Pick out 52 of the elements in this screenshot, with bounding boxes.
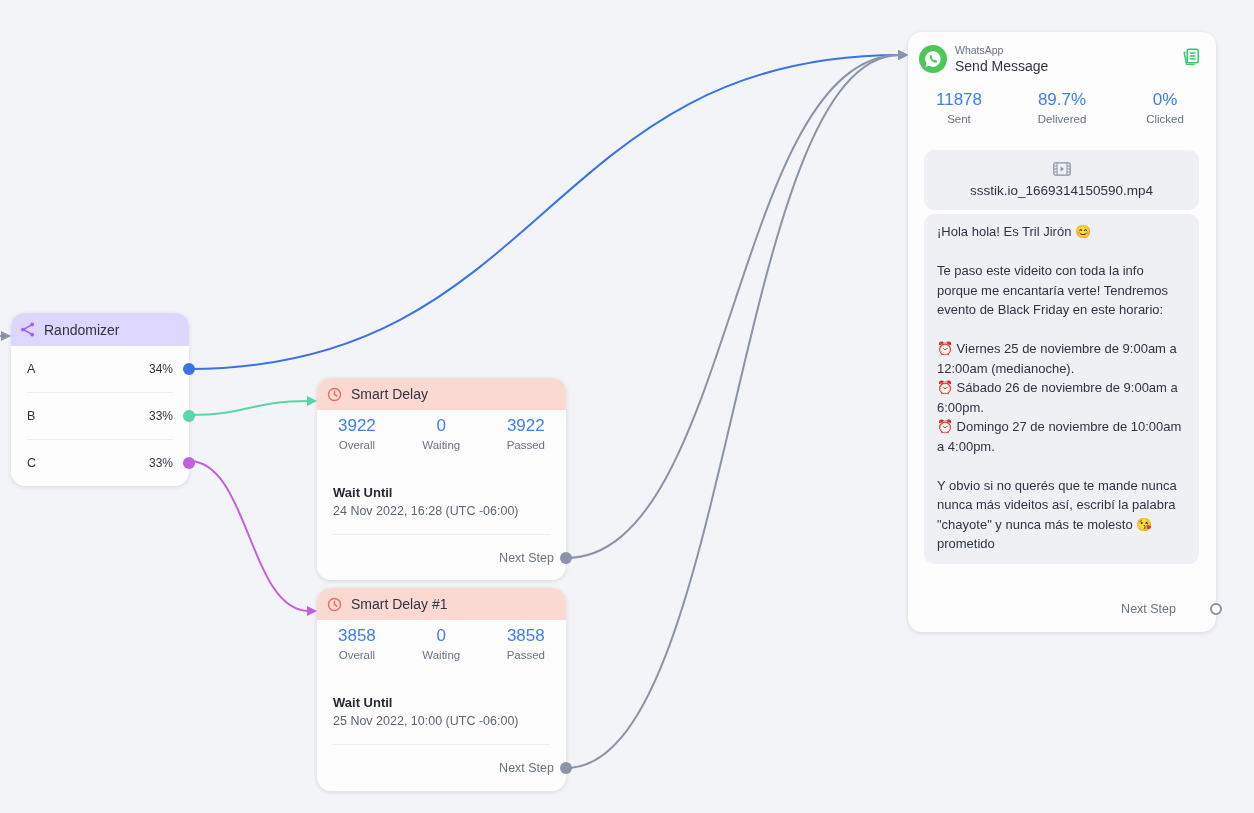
- stat-value: 3922: [338, 416, 376, 436]
- stat-value: 11878: [936, 90, 982, 110]
- share-icon: [20, 322, 35, 337]
- stat-label: Clicked: [1146, 113, 1184, 125]
- branch-handle[interactable]: [183, 410, 195, 422]
- card-title: Send Message: [955, 58, 1050, 74]
- chat-phone-icon: [919, 45, 947, 73]
- channel-label: WhatsApp: [955, 44, 1005, 56]
- stat-label: Passed: [506, 439, 545, 451]
- branch-handle[interactable]: [183, 363, 195, 375]
- document-icon[interactable]: [1182, 48, 1200, 66]
- stat-value: 3922: [506, 416, 545, 436]
- clock-icon: [327, 596, 342, 612]
- stat-label: Overall: [338, 439, 376, 451]
- stat-value: 0: [436, 416, 446, 436]
- stat-value: 89.7%: [1037, 90, 1087, 110]
- stat-label: Sent: [947, 113, 971, 125]
- branch-label: B: [27, 409, 36, 423]
- stat-label: Delivered: [1037, 113, 1087, 125]
- branch-percent: 33%: [148, 409, 173, 423]
- card-title: Smart Delay: [351, 386, 429, 402]
- branch-percent: 34%: [148, 362, 173, 376]
- stat-value: 0%: [1152, 90, 1178, 110]
- next-step-handle[interactable]: [560, 552, 572, 564]
- next-step-label: Next Step: [499, 551, 554, 565]
- stat-label: Waiting: [422, 649, 461, 661]
- card-title: Smart Delay #1: [351, 596, 448, 612]
- branch-label: C: [27, 456, 37, 470]
- branch-label: A: [27, 362, 36, 376]
- branch-handle[interactable]: [183, 457, 195, 469]
- clock-icon: [327, 386, 342, 402]
- next-step-handle[interactable]: [1210, 602, 1222, 615]
- stat-value: 3858: [338, 626, 376, 646]
- branch-percent: 33%: [148, 456, 173, 470]
- next-step-label: Next Step: [499, 761, 554, 775]
- wait-time: 25 Nov 2022, 10:00 (UTC -06:00): [333, 714, 520, 728]
- attachment-name: ssstik.io_1669314150590.mp4: [969, 183, 1154, 198]
- stat-label: Waiting: [422, 439, 461, 451]
- wait-label: Wait Until: [333, 485, 394, 500]
- video-file-icon: [1052, 162, 1071, 176]
- stat-value: 0: [436, 626, 446, 646]
- card-title: Randomizer: [44, 321, 120, 338]
- stat-label: Overall: [338, 649, 376, 661]
- attachment-card[interactable]: ssstik.io_1669314150590.mp4: [924, 150, 1199, 210]
- wait-time: 24 Nov 2022, 16:28 (UTC -06:00): [333, 504, 520, 518]
- stat-value: 3858: [506, 626, 545, 646]
- next-step-label: Next Step: [1121, 601, 1176, 616]
- message-text: ¡Hola hola! Es Tril Jirón 😊 Te paso este videito con toda la info porque me encantaría verte! Tendremos evento de Black Friday en este horario: ⏰ Viernes 25 de noviembre de 9:00am a 12:00am (medianoche). ⏰ Sábado 26 de noviembre de 9:00am a 6:00pm. ⏰ Domingo 27 de noviembre de 10:00am a 4:00pm. Y obvio si no querés que te mande nunca nunca más videitos así, escribí la palabra "chayote" y nunca más te molesto 😘 prometido: [924, 214, 1199, 564]
- stat-label: Passed: [506, 649, 545, 661]
- next-step-handle[interactable]: [560, 762, 572, 774]
- wait-label: Wait Until: [333, 695, 394, 710]
- connector-line: [0, 331, 11, 341]
